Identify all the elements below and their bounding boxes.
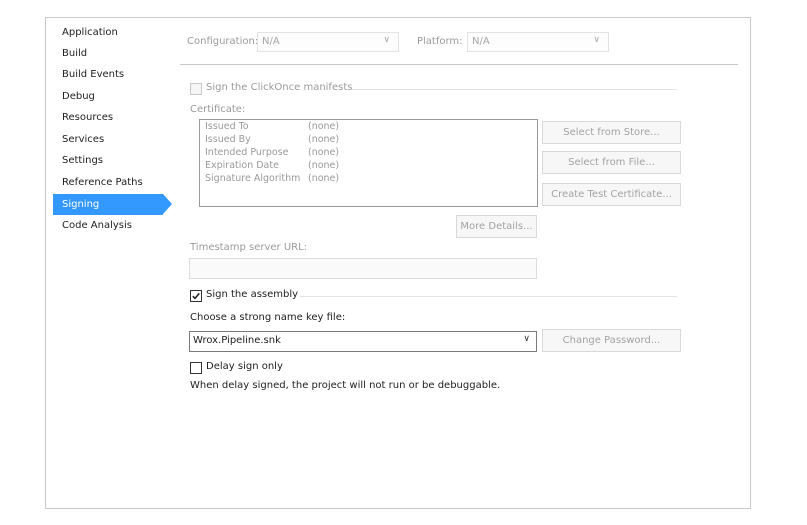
sidebar-item-settings[interactable]: Settings [62, 151, 103, 171]
configuration-dropdown[interactable]: N/A ∨ [257, 32, 399, 52]
selection-arrow [163, 194, 172, 214]
sign-clickonce-label: Sign the ClickOnce manifests [206, 82, 353, 93]
cert-key-expiration-date: Expiration Date [205, 160, 279, 171]
assembly-divider [300, 296, 677, 297]
configuration-label: Configuration: [187, 36, 259, 47]
key-file-label: Choose a strong name key file: [190, 312, 346, 323]
key-file-dropdown[interactable]: Wrox.Pipeline.snk ∨ [189, 331, 537, 352]
checkmark-icon [192, 292, 200, 300]
cert-key-signature-algorithm: Signature Algorithm [205, 173, 301, 184]
sidebar-item-reference-paths[interactable]: Reference Paths [62, 173, 143, 193]
platform-label: Platform: [417, 36, 463, 47]
cert-value-issued-to: (none) [308, 121, 340, 132]
platform-dropdown[interactable]: N/A ∨ [467, 32, 609, 52]
timestamp-label: Timestamp server URL: [190, 242, 308, 253]
cert-key-intended-purpose: Intended Purpose [205, 147, 289, 158]
sidebar-item-build-events[interactable]: Build Events [62, 65, 124, 85]
cert-key-issued-by: Issued By [205, 134, 251, 145]
sign-clickonce-checkbox[interactable] [190, 83, 202, 95]
configuration-value: N/A [262, 36, 280, 47]
cert-value-expiration-date: (none) [308, 160, 340, 171]
clickonce-divider [352, 89, 677, 90]
timestamp-url-input[interactable] [189, 258, 537, 279]
key-file-value: Wrox.Pipeline.snk [193, 335, 281, 346]
select-from-store-button[interactable]: Select from Store... [542, 121, 681, 144]
certificate-details-box: Issued To (none) Issued By (none) Intend… [199, 119, 538, 207]
cert-value-intended-purpose: (none) [308, 147, 340, 158]
sidebar-item-signing[interactable]: Signing [62, 195, 99, 215]
sidebar-item-services[interactable]: Services [62, 130, 104, 150]
cert-value-signature-algorithm: (none) [308, 173, 340, 184]
change-password-button[interactable]: Change Password... [542, 329, 681, 352]
sidebar-item-resources[interactable]: Resources [62, 108, 113, 128]
sign-assembly-checkbox[interactable] [190, 290, 202, 302]
create-test-certificate-button[interactable]: Create Test Certificate... [542, 183, 681, 206]
sidebar-item-debug[interactable]: Debug [62, 87, 95, 107]
cert-key-issued-to: Issued To [205, 121, 249, 132]
sign-assembly-label: Sign the assembly [206, 289, 299, 300]
certificate-label: Certificate: [190, 104, 246, 115]
chevron-down-icon: ∨ [383, 35, 390, 45]
platform-value: N/A [472, 36, 490, 47]
sidebar-item-application[interactable]: Application [62, 23, 118, 43]
sidebar-item-code-analysis[interactable]: Code Analysis [62, 216, 132, 236]
select-from-file-button[interactable]: Select from File... [542, 151, 681, 174]
sidebar-item-build[interactable]: Build [62, 44, 87, 64]
delay-sign-checkbox[interactable] [190, 362, 202, 374]
chevron-down-icon: ∨ [523, 334, 530, 344]
header-divider [180, 64, 738, 65]
more-details-button[interactable]: More Details... [456, 215, 537, 238]
chevron-down-icon: ∨ [593, 35, 600, 45]
cert-value-issued-by: (none) [308, 134, 340, 145]
delay-sign-label: Delay sign only [206, 361, 283, 372]
delay-sign-note: When delay signed, the project will not … [190, 380, 501, 391]
